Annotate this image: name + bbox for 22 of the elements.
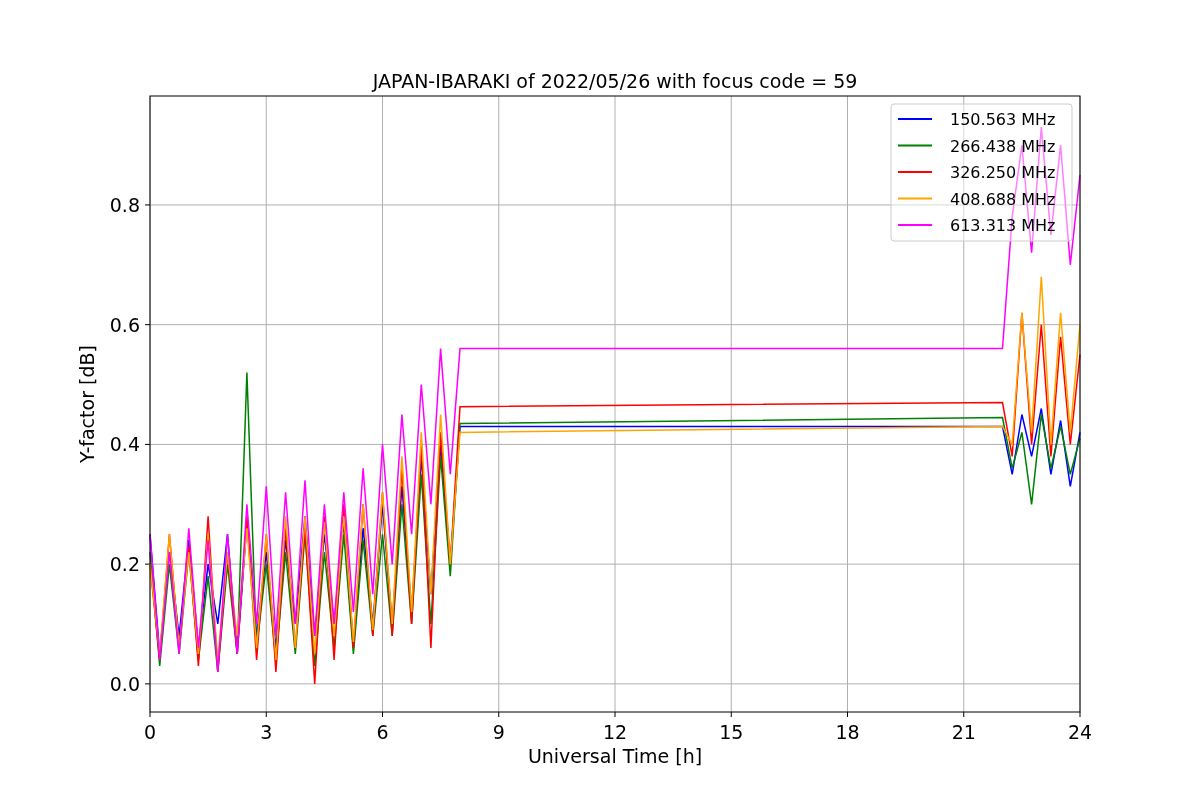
- x-tick-label: 6: [376, 721, 389, 743]
- y-tick-label: 0.0: [109, 672, 140, 695]
- chart-title: JAPAN-IBARAKI of 2022/05/26 with focus code = 59: [372, 70, 858, 92]
- x-tick-label: 15: [719, 721, 744, 743]
- y-axis-label: Y-factor [dB]: [76, 345, 98, 463]
- y-tick-label: 0.4: [109, 433, 140, 456]
- y-tick-label: 0.2: [109, 553, 140, 576]
- x-tick-label: 18: [835, 721, 860, 743]
- x-tick-label: 0: [143, 721, 157, 743]
- legend-label: 150.563 MHz: [950, 110, 1056, 129]
- x-tick-label: 9: [492, 721, 505, 743]
- x-tick-label: 12: [602, 721, 628, 743]
- legend-label: 266.438 MHz: [950, 136, 1056, 156]
- x-tick-label: 21: [951, 721, 976, 743]
- legend-label: 326.250 MHz: [950, 163, 1056, 182]
- x-tick-label: 24: [1067, 721, 1093, 743]
- legend-label: 408.688 MHz: [950, 189, 1056, 209]
- y-tick-label: 0.6: [109, 313, 140, 336]
- x-axis-label: Universal Time [h]: [527, 745, 703, 767]
- y-tick-label: 0.8: [109, 193, 140, 216]
- legend-label: 613.313 MHz: [950, 216, 1056, 235]
- x-tick-label: 3: [260, 721, 273, 743]
